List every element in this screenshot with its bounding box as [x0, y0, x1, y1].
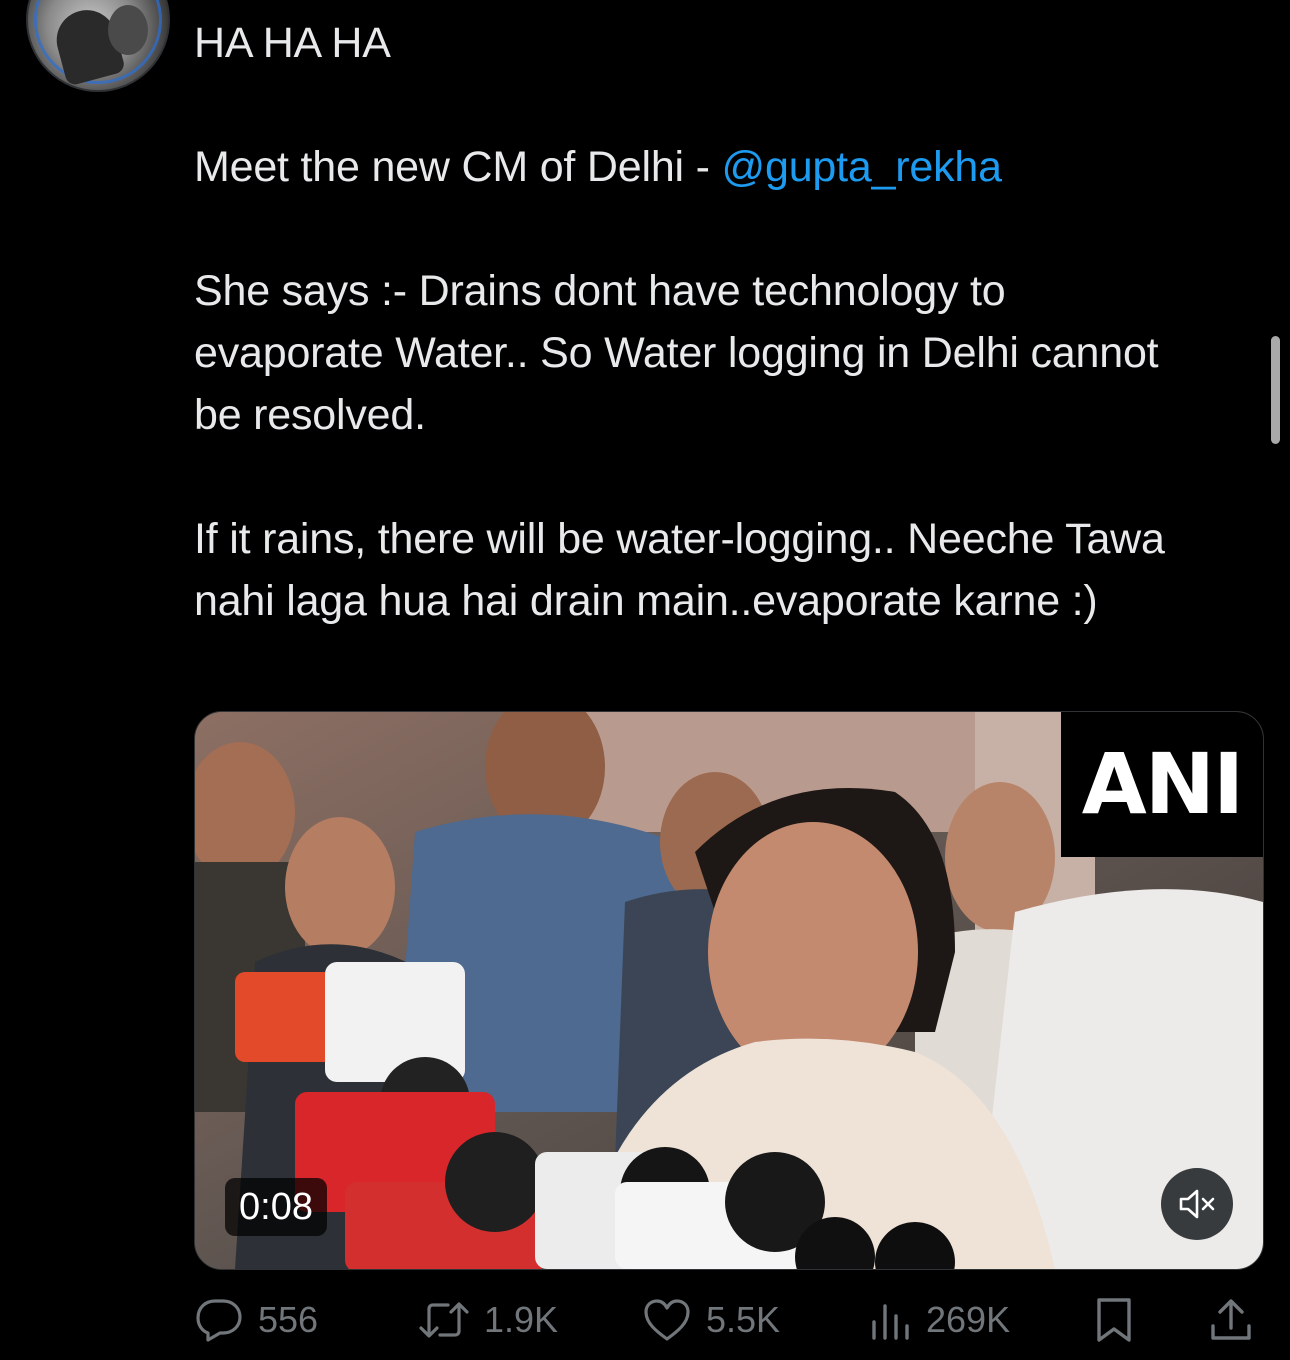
repost-button[interactable]: 1.9K — [418, 1290, 558, 1350]
mute-button[interactable] — [1161, 1168, 1233, 1240]
repost-count: 1.9K — [484, 1299, 559, 1340]
views-button[interactable]: 269K — [868, 1290, 1010, 1350]
speaker-muted-icon — [1179, 1189, 1215, 1219]
like-button[interactable]: 5.5K — [642, 1290, 780, 1350]
tweet-actions: 556 1.9K 5.5K 269K — [194, 1290, 1264, 1350]
reply-icon — [196, 1299, 242, 1342]
repost-icon — [419, 1302, 469, 1338]
tweet-line-1: HA HA HA — [194, 19, 391, 67]
ani-logo: ANI — [1061, 712, 1263, 857]
bookmark-button[interactable] — [1094, 1290, 1134, 1350]
share-button[interactable] — [1208, 1290, 1254, 1350]
views-chart-icon — [872, 1304, 909, 1340]
author-avatar[interactable] — [26, 0, 170, 92]
video-player[interactable]: ANI 0:08 — [194, 711, 1264, 1270]
bookmark-icon — [1097, 1298, 1131, 1342]
share-icon — [1211, 1299, 1251, 1340]
mention-link[interactable]: @gupta_rekha — [722, 143, 1003, 191]
tweet-line-2-text: Meet the new CM of Delhi - — [194, 143, 722, 191]
views-count: 269K — [926, 1299, 1011, 1340]
tweet-line-2: Meet the new CM of Delhi - @gupta_rekha — [194, 136, 1194, 198]
tweet-paragraph-4: If it rains, there will be water-logging… — [194, 515, 1165, 625]
like-count: 5.5K — [706, 1299, 781, 1340]
tweet-paragraph-3: She says :- Drains dont have technology … — [194, 267, 1159, 439]
tweet-text: HA HA HA Meet the new CM of Delhi - @gup… — [194, 12, 1194, 632]
heart-icon — [644, 1299, 690, 1341]
reply-count: 556 — [258, 1299, 319, 1340]
reply-button[interactable]: 556 — [194, 1290, 318, 1350]
scrollbar-thumb[interactable] — [1271, 336, 1280, 444]
avatar-figure-head — [108, 5, 148, 55]
video-timestamp: 0:08 — [225, 1178, 327, 1236]
